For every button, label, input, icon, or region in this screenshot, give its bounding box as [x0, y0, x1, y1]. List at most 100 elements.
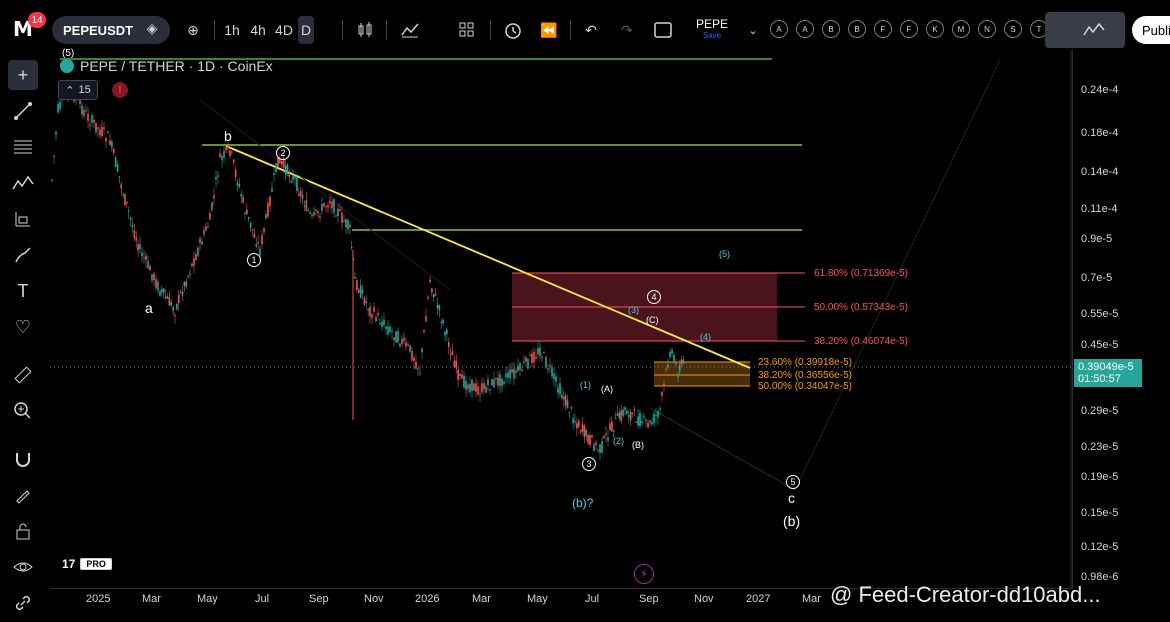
price-tick: 0.9e-5	[1081, 233, 1113, 245]
drawing-button-m[interactable]: M	[952, 20, 970, 38]
drawing-button-f1[interactable]: F	[874, 20, 892, 38]
candle-body	[232, 159, 235, 163]
timeframe-1h[interactable]: 1h	[220, 16, 244, 44]
bar-countdown: 01:50:57	[1078, 373, 1121, 385]
drawing-button-b1[interactable]: B	[822, 20, 840, 38]
zoom-in-icon[interactable]	[8, 396, 38, 426]
drawing-button-k[interactable]: K	[926, 20, 944, 38]
candle-body	[568, 412, 571, 414]
price-tick: 0.14e-4	[1081, 166, 1119, 178]
candle-body	[85, 110, 87, 112]
warning-icon[interactable]: !	[112, 82, 128, 98]
publish-button[interactable]: Publi	[1132, 16, 1170, 44]
candle-body	[89, 125, 91, 127]
candle-body	[429, 279, 431, 283]
candle-body	[149, 265, 151, 271]
candle-body	[294, 176, 296, 179]
chevron-down-icon[interactable]: ⌄	[744, 16, 762, 44]
trend-line-icon[interactable]	[8, 96, 38, 126]
magnet-icon[interactable]	[8, 444, 38, 474]
drawing-button-a2[interactable]: A	[796, 20, 814, 38]
heart-icon[interactable]: ♡	[8, 312, 38, 342]
candle-body	[475, 383, 477, 392]
replay-icon[interactable]: ⏪	[536, 16, 562, 44]
forecast-icon[interactable]	[8, 204, 38, 234]
tv-pro-badge: PRO	[80, 558, 112, 570]
candle-body	[649, 420, 651, 423]
wave-label-5: (5)	[719, 249, 730, 259]
candle-body	[325, 206, 327, 208]
alert-icon[interactable]	[500, 16, 526, 44]
drawing-button-f2[interactable]: F	[900, 20, 918, 38]
candle-body	[419, 372, 421, 374]
layout-name-button[interactable]: PEPE Save	[690, 17, 734, 40]
candle-body	[57, 104, 59, 113]
drawing-toolbar: + T ♡	[0, 56, 46, 622]
candle-body	[451, 351, 454, 356]
undo-icon[interactable]: ↶	[578, 16, 604, 44]
time-tick: 2026	[415, 593, 440, 605]
fib-retracement-icon[interactable]	[8, 132, 38, 162]
candle-body	[120, 184, 123, 189]
candle-body	[499, 374, 501, 387]
candle-body	[589, 435, 591, 446]
indicators-icon[interactable]	[396, 16, 424, 44]
eye-icon[interactable]	[8, 552, 38, 582]
chart-legend-title[interactable]: PEPE / TETHER · 1D · CoinEx	[60, 58, 273, 74]
link-icon[interactable]	[8, 588, 38, 618]
price-chart[interactable]	[50, 50, 1072, 588]
candle-body	[267, 203, 269, 217]
timeframe-d[interactable]: D	[298, 16, 314, 44]
ruler-icon[interactable]	[8, 360, 38, 390]
time-tick: 2025	[86, 593, 111, 605]
candle-body	[440, 322, 443, 324]
time-tick: Mar	[472, 593, 491, 605]
candle-body	[620, 410, 623, 422]
candle-type-icon[interactable]	[352, 16, 378, 44]
lock-icon[interactable]	[8, 516, 38, 546]
lock-pencil-icon[interactable]	[8, 480, 38, 510]
price-tick: 0.18e-4	[1081, 127, 1119, 139]
elliott-wave-icon[interactable]	[1080, 16, 1108, 44]
text-tool-icon[interactable]: T	[8, 276, 38, 306]
layout-grid-icon[interactable]	[454, 16, 480, 44]
add-symbol-icon[interactable]: ⊕	[180, 16, 206, 44]
candle-body	[501, 378, 503, 386]
candle-body	[271, 188, 273, 192]
brush-icon[interactable]	[8, 240, 38, 270]
layout-save-status: Save	[702, 31, 722, 40]
drawing-button-n[interactable]: N	[978, 20, 996, 38]
candle-body	[618, 412, 621, 419]
candle-body	[657, 411, 659, 418]
current-price-tag: 0.39049e-5 01:50:57	[1074, 359, 1142, 387]
drawing-button-b2[interactable]: B	[848, 20, 866, 38]
candle-body	[242, 196, 244, 203]
candle-body	[562, 396, 565, 400]
redo-icon[interactable]: ↷	[614, 16, 640, 44]
interval-badge[interactable]: ⌃ 15	[58, 80, 98, 100]
candle-body	[627, 415, 630, 418]
candle-body	[457, 369, 459, 381]
candle-body	[517, 365, 519, 372]
fullscreen-icon[interactable]	[650, 16, 676, 44]
drawing-button-s[interactable]: S	[1004, 20, 1022, 38]
candle-body	[141, 252, 143, 257]
diamond-icon[interactable]: ◈	[142, 20, 162, 40]
timeframe-4h[interactable]: 4h	[246, 16, 270, 44]
elliott-wave-tool-icon[interactable]	[8, 168, 38, 198]
candle-body	[631, 412, 634, 414]
time-tick: May	[197, 593, 218, 605]
notification-badge[interactable]: 14	[28, 12, 46, 28]
candle-body	[280, 160, 283, 165]
candle-body	[473, 383, 475, 391]
drawing-button-a1[interactable]: A	[770, 20, 788, 38]
symbol-search-button[interactable]: PEPEUSDT ◈	[52, 16, 170, 44]
crosshair-icon[interactable]: +	[8, 60, 38, 90]
timeframe-4d[interactable]: 4D	[272, 16, 296, 44]
wave-label-C: (C)	[646, 315, 659, 325]
wave-label-1: (1)	[580, 380, 591, 390]
candle-body	[103, 127, 105, 130]
lightning-icon[interactable]: ⚡	[634, 564, 654, 584]
candle-body	[389, 326, 391, 332]
candle-body	[503, 381, 505, 384]
